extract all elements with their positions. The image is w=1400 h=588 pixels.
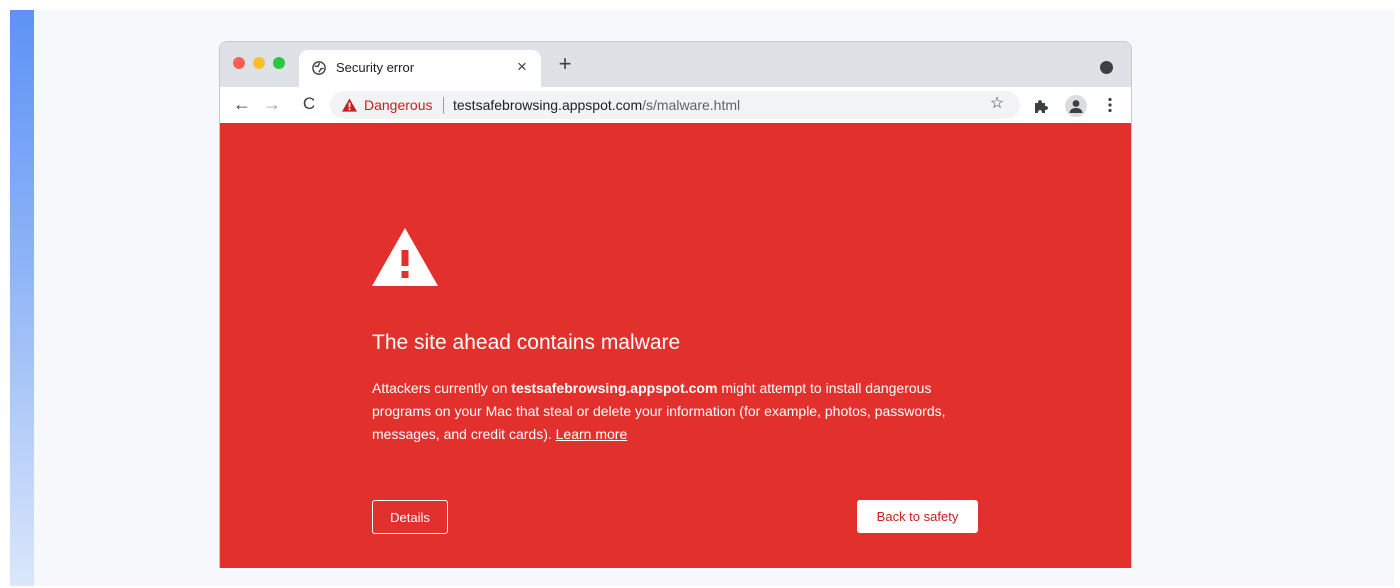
address-bar[interactable]: Dangerous testsafebrowsing.appspot.com/s… xyxy=(330,91,1020,119)
url-host: testsafebrowsing.appspot.com xyxy=(453,97,643,113)
omnibox-divider xyxy=(443,97,444,114)
tab-strip: Security error × + xyxy=(220,42,1131,87)
zoom-window-button[interactable] xyxy=(273,57,285,69)
details-button[interactable]: Details xyxy=(372,500,448,534)
tab-title: Security error xyxy=(336,60,415,75)
security-status-label[interactable]: Dangerous xyxy=(364,97,433,113)
back-to-safety-button[interactable]: Back to safety xyxy=(857,500,978,533)
extensions-puzzle-icon[interactable] xyxy=(1033,98,1049,114)
learn-more-link[interactable]: Learn more xyxy=(556,426,628,442)
back-button[interactable]: ← xyxy=(230,92,254,116)
warning-triangle-icon xyxy=(342,98,357,112)
accent-bar xyxy=(10,10,34,586)
malicious-site-name: testsafebrowsing.appspot.com xyxy=(511,380,718,396)
url-text[interactable]: testsafebrowsing.appspot.com/s/malware.h… xyxy=(453,97,740,113)
reload-button[interactable]: C xyxy=(297,92,321,116)
interstitial-page: The site ahead contains malware Attacker… xyxy=(220,123,1131,568)
person-icon xyxy=(1069,100,1083,113)
kebab-menu-icon[interactable] xyxy=(1100,95,1120,115)
tab-security-error[interactable]: Security error × xyxy=(299,50,541,87)
warning-description: Attackers currently on testsafebrowsing.… xyxy=(372,377,972,446)
page-heading: The site ahead contains malware xyxy=(372,331,681,354)
profile-avatar[interactable] xyxy=(1065,95,1087,117)
description-prefix: Attackers currently on xyxy=(372,380,512,396)
close-tab-icon[interactable]: × xyxy=(513,57,531,77)
bookmark-star-icon[interactable]: ☆ xyxy=(988,93,1006,113)
close-window-button[interactable] xyxy=(233,57,245,69)
browser-window: Security error × + ← → C Dangerous tests… xyxy=(219,41,1132,568)
url-path: /s/malware.html xyxy=(642,97,741,113)
browser-toolbar: ← → C Dangerous testsafebrowsing.appspot… xyxy=(220,87,1131,124)
warning-triangle-icon xyxy=(372,228,438,286)
chrome-profile-dot-icon[interactable] xyxy=(1100,61,1113,74)
minimize-window-button[interactable] xyxy=(253,57,265,69)
forward-button[interactable]: → xyxy=(260,92,284,116)
globe-icon xyxy=(312,61,326,75)
new-tab-button[interactable]: + xyxy=(554,51,576,77)
